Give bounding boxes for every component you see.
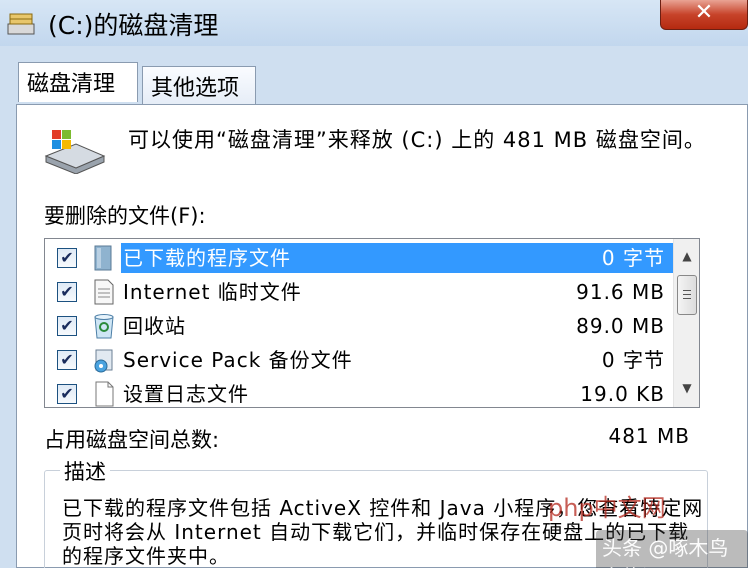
scroll-up-icon[interactable]: ▲ (678, 249, 696, 267)
file-size: 0 字节 (561, 243, 673, 273)
checkbox[interactable]: ✔ (57, 384, 77, 404)
file-size: 0 字节 (601, 348, 665, 372)
drive-cleanup-icon (44, 130, 106, 174)
blank-file-icon (95, 381, 114, 407)
close-button[interactable]: ✕ (660, 0, 748, 30)
list-item[interactable]: ✔ 已下载的程序文件 0 字节 (45, 241, 673, 275)
scroll-thumb[interactable] (677, 275, 697, 315)
disk-cleanup-icon (7, 13, 35, 35)
checkbox[interactable]: ✔ (57, 248, 77, 268)
service-pack-icon (94, 349, 113, 373)
vertical-scrollbar[interactable]: ▲ ▼ (673, 239, 699, 407)
files-listbox[interactable]: ✔ 已下载的程序文件 0 字节 ✔ Internet 临时文件 91.6 MB … (44, 238, 700, 408)
recycle-bin-icon (94, 314, 114, 339)
folder-icon (94, 245, 112, 271)
list-item[interactable]: ✔ 回收站 89.0 MB (45, 309, 673, 343)
total-space-label: 占用磁盘空间总数: (44, 428, 220, 452)
files-to-delete-label: 要删除的文件(F): (44, 204, 206, 228)
checkbox[interactable]: ✔ (57, 282, 77, 302)
window-title: (C:)的磁盘清理 (48, 11, 219, 40)
php-watermark: php中文网 (548, 494, 666, 522)
list-item[interactable]: ✔ Service Pack 备份文件 0 字节 (45, 343, 673, 377)
intro-text: 可以使用“磁盘清理”来释放 (C:) 上的 481 MB 磁盘空间。 (128, 128, 706, 152)
toutiao-watermark: 头条 @啄木鸟家修汇 (596, 530, 748, 568)
tab-more-options[interactable]: 其他选项 (142, 66, 256, 104)
file-name: Service Pack 备份文件 (123, 348, 353, 372)
tab-disk-cleanup[interactable]: 磁盘清理 (18, 62, 138, 102)
file-size: 19.0 KB (580, 382, 665, 406)
file-size: 89.0 MB (576, 314, 665, 338)
checkbox[interactable]: ✔ (57, 316, 77, 336)
file-name: 已下载的程序文件 (121, 243, 561, 273)
list-item[interactable]: ✔ Internet 临时文件 91.6 MB (45, 275, 673, 309)
list-item[interactable]: ✔ 设置日志文件 19.0 KB (45, 377, 673, 407)
file-name: 回收站 (123, 314, 186, 338)
title-bar[interactable]: (C:)的磁盘清理 ✕ (0, 0, 748, 46)
file-name: Internet 临时文件 (123, 280, 302, 304)
file-size: 91.6 MB (576, 280, 665, 304)
document-icon (94, 279, 114, 305)
file-name: 设置日志文件 (123, 382, 249, 406)
checkbox[interactable]: ✔ (57, 350, 77, 370)
scroll-down-icon[interactable]: ▼ (678, 381, 696, 399)
description-title: 描述 (60, 456, 110, 486)
total-space-value: 481 MB (608, 424, 690, 448)
